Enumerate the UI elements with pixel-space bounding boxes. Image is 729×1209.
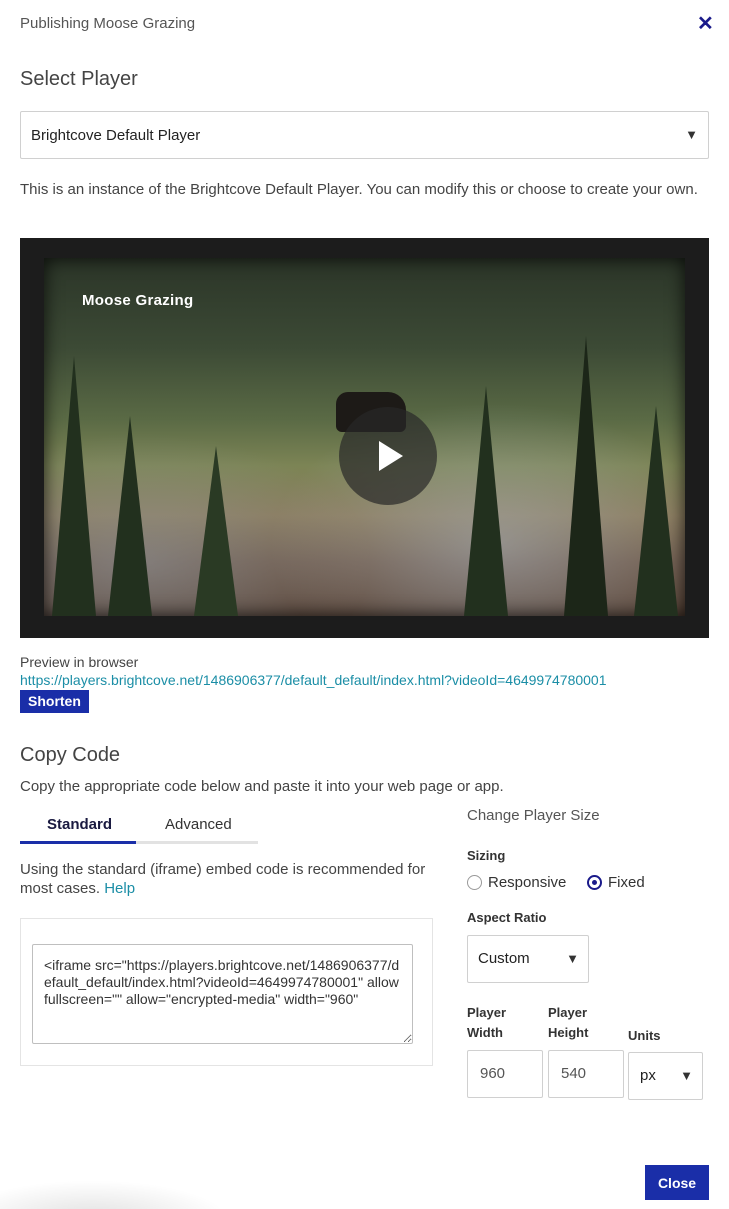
radio-responsive[interactable]: Responsive	[467, 874, 566, 891]
tree-shape	[52, 356, 96, 616]
code-container: <iframe src="https://players.brightcove.…	[20, 918, 433, 1066]
units-label: Units	[628, 1028, 661, 1043]
radio-fixed[interactable]: Fixed	[587, 874, 645, 891]
select-player-heading: Select Player	[20, 68, 138, 90]
player-height-label: Player Height	[548, 1005, 589, 1040]
player-select-value: Brightcove Default Player	[31, 126, 201, 144]
standard-description: Using the standard (iframe) embed code i…	[20, 860, 430, 898]
radio-label: Responsive	[488, 874, 567, 891]
tab-standard-underline	[20, 841, 136, 844]
toast-shadow	[0, 1180, 230, 1209]
player-description: This is an instance of the Brightcove De…	[20, 181, 698, 198]
sizing-label: Sizing	[467, 848, 506, 863]
tree-shape	[564, 336, 608, 616]
close-button[interactable]: Close	[645, 1165, 709, 1200]
dialog-title: Publishing Moose Grazing	[20, 15, 196, 32]
preview-link[interactable]: https://players.brightcove.net/148690637…	[20, 672, 607, 688]
chevron-down-icon: ▼	[566, 951, 579, 966]
close-icon[interactable]: ✕	[697, 14, 714, 34]
embed-code-textarea[interactable]: <iframe src="https://players.brightcove.…	[32, 944, 413, 1044]
player-width-label: Player Width	[467, 1005, 507, 1040]
play-icon[interactable]	[339, 407, 437, 505]
aspect-ratio-value: Custom	[478, 950, 530, 967]
copy-code-description: Copy the appropriate code below and past…	[20, 778, 504, 795]
radio-label: Fixed	[608, 874, 645, 891]
units-value: px	[640, 1067, 656, 1084]
units-select[interactable]: px ▼	[628, 1052, 703, 1100]
preview-label: Preview in browser	[20, 654, 139, 670]
chevron-down-icon: ▼	[680, 1068, 693, 1083]
tree-shape	[634, 406, 678, 616]
video-preview[interactable]: Moose Grazing	[20, 238, 709, 638]
video-title: Moose Grazing	[82, 292, 194, 309]
aspect-ratio-select[interactable]: Custom ▼	[467, 935, 589, 983]
tab-standard[interactable]: Standard	[47, 816, 112, 833]
tree-shape	[108, 416, 152, 616]
player-height-input[interactable]: 540	[548, 1050, 624, 1098]
video-frame: Moose Grazing	[44, 258, 685, 616]
player-select[interactable]: Brightcove Default Player ▼	[20, 111, 709, 159]
chevron-down-icon: ▼	[685, 127, 698, 142]
radio-checked-icon	[587, 875, 602, 890]
standard-description-text: Using the standard (iframe) embed code i…	[20, 861, 426, 897]
shorten-button[interactable]: Shorten	[20, 690, 89, 713]
tree-shape	[194, 446, 238, 616]
copy-code-heading: Copy Code	[20, 744, 121, 766]
tree-shape	[464, 386, 508, 616]
tab-advanced[interactable]: Advanced	[165, 816, 232, 833]
player-width-input[interactable]: 960	[467, 1050, 543, 1098]
help-link[interactable]: Help	[104, 880, 135, 897]
embed-tabs: Standard Advanced	[20, 814, 258, 844]
aspect-ratio-label: Aspect Ratio	[467, 910, 547, 925]
player-size-heading: Change Player Size	[467, 807, 600, 824]
radio-icon	[467, 875, 482, 890]
